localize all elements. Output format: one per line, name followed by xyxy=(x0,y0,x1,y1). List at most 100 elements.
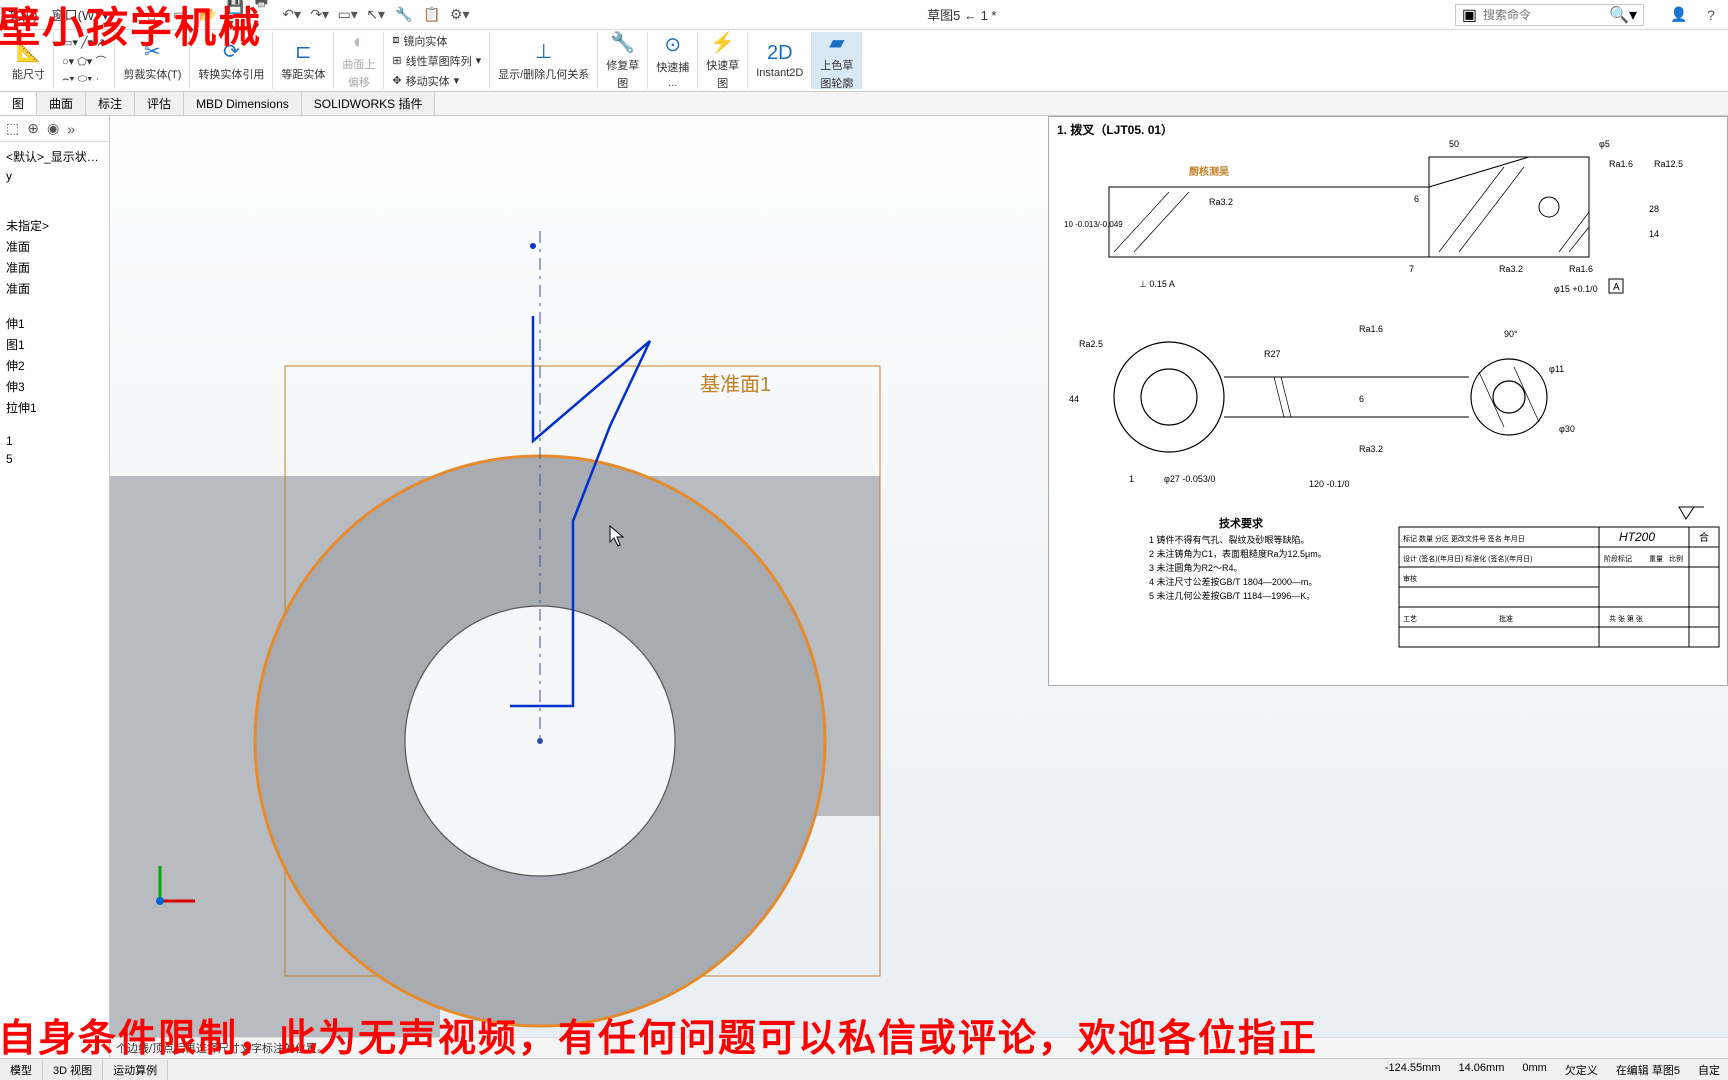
svg-text:28: 28 xyxy=(1649,204,1659,214)
graphics-viewport[interactable]: 🔍 ⊡ 🧊 ▦ ◧ ☀ 👁 xyxy=(110,116,1728,1058)
ribbon-repair[interactable]: 🔧修复草图 xyxy=(598,32,648,89)
svg-text:厨核测吴: 厨核测吴 xyxy=(1189,165,1229,178)
svg-text:A: A xyxy=(1613,282,1620,293)
reference-drawing: 1. 拨叉（LJT05. 01） 厨核测吴 50 φ5 xyxy=(1048,116,1728,686)
mirror-icon: ⧈ xyxy=(392,34,399,47)
tree-y[interactable]: y xyxy=(2,167,107,185)
svg-text:合: 合 xyxy=(1699,531,1709,544)
prompt-hint: 个边线/顶点后再选择尺寸文字标注的位置。 xyxy=(110,1037,1728,1058)
ribbon-convert[interactable]: ⟳转换实体引用 xyxy=(190,32,273,89)
bottom-view-tabs[interactable]: 模型 3D 视图 运动算例 xyxy=(0,1060,168,1080)
feature-manager-tabs[interactable]: ⬚ ⊕ ◉ » xyxy=(0,116,109,142)
search-input[interactable] xyxy=(1483,8,1603,22)
feature-manager: ⬚ ⊕ ◉ » <默认>_显示状态 1 y 未指定> 准面 准面 准面 伸1 图… xyxy=(0,116,110,1058)
status-defined: 欠定义 xyxy=(1565,1062,1598,1078)
tab-surface[interactable]: 曲面 xyxy=(37,92,86,115)
tab-evaluate[interactable]: 评估 xyxy=(135,92,184,115)
ribbon-offset[interactable]: ⊏等距实体 xyxy=(273,32,334,89)
tree-feat5[interactable]: 5 xyxy=(2,450,107,468)
svg-text:1: 1 xyxy=(1129,474,1134,484)
move-icon: ✥ xyxy=(392,74,401,87)
tree-extrude3[interactable]: 伸3 xyxy=(2,376,107,397)
tab-model[interactable]: 模型 xyxy=(0,1060,43,1080)
svg-text:技术要求: 技术要求 xyxy=(1219,516,1264,530)
svg-text:重量: 重量 xyxy=(1649,555,1663,563)
svg-text:120 -0.1/0: 120 -0.1/0 xyxy=(1309,479,1350,489)
svg-text:Ra3.2: Ra3.2 xyxy=(1359,444,1383,454)
ribbon-instant2d[interactable]: 2DInstant2D xyxy=(748,32,812,89)
svg-text:Ra12.5: Ra12.5 xyxy=(1654,159,1683,169)
svg-text:Ra1.6: Ra1.6 xyxy=(1569,264,1593,274)
rebuild-icon[interactable]: 🔧 xyxy=(395,6,413,24)
ribbon-surface-offset[interactable]: ◐曲面上偏移 xyxy=(334,32,384,89)
tree-sketch1[interactable]: 图1 xyxy=(2,334,107,355)
ribbon-mirror-pattern[interactable]: ⧈ 镜向实体 ⊞ 线性草图阵列 ▾ ✥ 移动实体 ▾ xyxy=(384,32,490,89)
settings-icon[interactable]: ⚙▾ xyxy=(451,6,469,24)
tree-plane2[interactable]: 准面 xyxy=(2,257,107,278)
arrow-icon[interactable]: ↖▾ xyxy=(367,6,385,24)
home-icon[interactable]: ⌂ xyxy=(143,6,161,24)
tree-feat1[interactable]: 1 xyxy=(2,432,107,450)
command-tabs: 图 曲面 标注 评估 MBD Dimensions SOLIDWORKS 插件 xyxy=(0,92,1728,116)
status-x: -124.55mm xyxy=(1385,1062,1441,1078)
tab-annotate[interactable]: 标注 xyxy=(86,92,135,115)
svg-text:φ30: φ30 xyxy=(1559,424,1575,434)
tree-boss[interactable]: 拉伸1 xyxy=(2,397,107,418)
svg-text:R27: R27 xyxy=(1264,349,1281,359)
svg-text:Ra3.2: Ra3.2 xyxy=(1209,197,1233,207)
tab-motion[interactable]: 运动算例 xyxy=(103,1060,168,1080)
tab-3dview[interactable]: 3D 视图 xyxy=(43,1060,103,1080)
config-icon[interactable]: ⊕ xyxy=(27,120,39,137)
expand-icon[interactable]: » xyxy=(67,121,75,137)
ribbon-shaded-sketch[interactable]: ▰上色草图轮廓 xyxy=(812,32,862,89)
search-box[interactable]: ▣ 🔍▾ xyxy=(1455,4,1644,26)
options-icon[interactable]: 📋 xyxy=(423,6,441,24)
search-icon[interactable]: 🔍▾ xyxy=(1609,5,1637,25)
tree-extrude2[interactable]: 伸2 xyxy=(2,355,107,376)
svg-text:6: 6 xyxy=(1414,194,1419,204)
ribbon-rapid[interactable]: ⚡快速草图 xyxy=(698,32,748,89)
undo-icon[interactable]: ↶▾ xyxy=(283,6,301,24)
feature-tree-icon[interactable]: ⬚ xyxy=(6,120,19,137)
status-auto: 自定 xyxy=(1698,1062,1720,1078)
ribbon-quicksnap[interactable]: ⊙快速捕... xyxy=(648,32,698,89)
tree-extrude1[interactable]: 伸1 xyxy=(2,313,107,334)
svg-text:5 未注几何公差按GB/T 1184—1996—K。: 5 未注几何公差按GB/T 1184—1996—K。 xyxy=(1149,590,1315,601)
tab-plugins[interactable]: SOLIDWORKS 插件 xyxy=(302,92,436,115)
document-title: 草图5 ← 1 * xyxy=(927,5,996,24)
svg-text:⊥ 0.15 A: ⊥ 0.15 A xyxy=(1139,279,1175,289)
svg-text:14: 14 xyxy=(1649,229,1659,239)
svg-text:50: 50 xyxy=(1449,139,1459,149)
pattern-icon: ⊞ xyxy=(392,54,401,67)
open-icon[interactable]: 📂 xyxy=(199,6,217,24)
tab-sketch[interactable]: 图 xyxy=(0,92,37,115)
help-icon[interactable]: ? xyxy=(1702,6,1720,24)
print-icon[interactable]: 🖶▾ xyxy=(255,6,273,24)
feature-tree[interactable]: <默认>_显示状态 1 y 未指定> 准面 准面 准面 伸1 图1 伸2 伸3 … xyxy=(0,142,109,1058)
svg-text:90°: 90° xyxy=(1504,329,1518,339)
tab-mbd[interactable]: MBD Dimensions xyxy=(184,92,302,115)
ribbon-trim[interactable]: ✂剪裁实体(T) xyxy=(115,32,190,89)
new-icon[interactable]: ▭ xyxy=(171,6,189,24)
menu-file[interactable]: 文(F) xyxy=(8,5,38,24)
redo-icon[interactable]: ↷▾ xyxy=(311,6,329,24)
display-icon[interactable]: ◉ xyxy=(47,120,59,137)
tree-plane1[interactable]: 准面 xyxy=(2,236,107,257)
menu-window-dropdown[interactable]: 窗口(W) ▾ xyxy=(52,5,109,24)
save-icon[interactable]: 💾▾ xyxy=(227,6,245,24)
tree-unspecified[interactable]: 未指定> xyxy=(2,215,107,236)
svg-text:44: 44 xyxy=(1069,394,1079,404)
status-editing: 在编辑 草图5 xyxy=(1616,1062,1680,1078)
tree-plane3[interactable]: 准面 xyxy=(2,278,107,299)
ribbon-relations[interactable]: ⊥显示/删除几何关系 xyxy=(490,32,598,89)
tree-display-state[interactable]: <默认>_显示状态 1 xyxy=(2,146,107,167)
svg-text:1 铸件不得有气孔、裂纹及砂眼等缺陷。: 1 铸件不得有气孔、裂纹及砂眼等缺陷。 xyxy=(1149,534,1310,545)
svg-text:标记 数量 分区 更改文件号 签名 年月日: 标记 数量 分区 更改文件号 签名 年月日 xyxy=(1403,534,1525,543)
user-icon[interactable]: 👤 xyxy=(1670,6,1688,24)
ribbon-sketch-tools[interactable]: ▭▾ ╱▾ ↗ ○▾ ⬠▾ ⌒ ⌢▾ ⬭▾ · xyxy=(54,32,115,89)
select-icon[interactable]: ▭▾ xyxy=(339,6,357,24)
svg-text:阶段标记: 阶段标记 xyxy=(1604,554,1632,563)
svg-text:3 未注圆角为R2～R4。: 3 未注圆角为R2～R4。 xyxy=(1149,562,1243,573)
svg-text:10 -0.013/-0.049: 10 -0.013/-0.049 xyxy=(1064,220,1123,229)
ribbon-smart-dimension[interactable]: 📐能尺寸 xyxy=(4,32,54,89)
